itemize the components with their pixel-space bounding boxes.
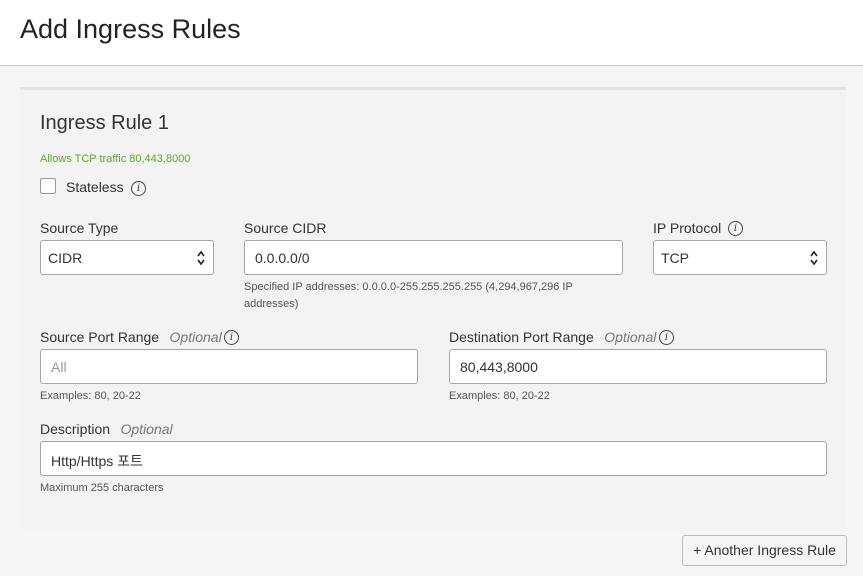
source-type-select[interactable]: CIDR	[40, 240, 214, 275]
stateless-info-icon[interactable]: i	[131, 181, 146, 196]
destination-port-range-optional: Optional	[604, 329, 657, 345]
description-label-group: Description Optional	[40, 421, 173, 439]
up-down-chevron-icon	[810, 250, 818, 266]
source-cidr-label: Source CIDR	[244, 220, 327, 236]
another-ingress-rule-button[interactable]: + Another Ingress Rule	[682, 535, 847, 566]
source-port-range-info-icon[interactable]: i	[224, 330, 239, 345]
destination-port-range-info-icon[interactable]: i	[659, 330, 674, 345]
source-port-range-help: Examples: 80, 20-22	[40, 390, 141, 402]
source-cidr-input[interactable]: 0.0.0.0/0	[244, 240, 623, 275]
ingress-rule-panel: Ingress Rule 1 Allows TCP traffic 80,443…	[20, 87, 846, 530]
ip-protocol-value: TCP	[661, 250, 689, 266]
destination-port-range-value: 80,443,8000	[460, 359, 538, 375]
source-cidr-help-2: addresses)	[244, 298, 299, 310]
destination-port-range-input[interactable]: 80,443,8000	[449, 349, 827, 384]
description-label: Description	[40, 421, 111, 437]
ip-protocol-info-icon[interactable]: i	[728, 221, 743, 236]
rule-title: Ingress Rule 1	[40, 112, 169, 134]
destination-port-range-help: Examples: 80, 20-22	[449, 390, 550, 402]
destination-port-range-label: Destination Port Range	[449, 329, 594, 345]
source-port-range-label: Source Port Range	[40, 329, 160, 345]
stateless-label: Stateless	[66, 179, 124, 195]
source-type-label: Source Type	[40, 220, 119, 236]
source-port-range-input[interactable]: All	[40, 349, 418, 384]
source-cidr-value: 0.0.0.0/0	[255, 250, 310, 266]
page-header: Add Ingress Rules	[0, 0, 863, 66]
description-help: Maximum 255 characters	[40, 482, 164, 494]
ip-protocol-label: IP Protocol	[653, 220, 722, 236]
stateless-checkbox[interactable]	[40, 178, 56, 194]
source-port-range-placeholder: All	[51, 359, 67, 375]
up-down-chevron-icon	[197, 250, 205, 266]
description-input[interactable]: Http/Https 포트	[40, 441, 827, 476]
source-port-range-optional: Optional	[169, 329, 222, 345]
description-value: Http/Https 포트	[51, 453, 143, 469]
description-optional: Optional	[120, 421, 173, 437]
rule-summary: Allows TCP traffic 80,443,8000	[40, 153, 191, 165]
ip-protocol-select[interactable]: TCP	[653, 240, 827, 275]
source-type-value: CIDR	[48, 250, 83, 266]
page-title: Add Ingress Rules	[20, 14, 241, 44]
source-cidr-help-1: Specified IP addresses: 0.0.0.0-255.255.…	[244, 281, 573, 293]
source-port-range-label-group: Source Port Range Optional	[40, 329, 222, 347]
destination-port-range-label-group: Destination Port Range Optional	[449, 329, 656, 347]
